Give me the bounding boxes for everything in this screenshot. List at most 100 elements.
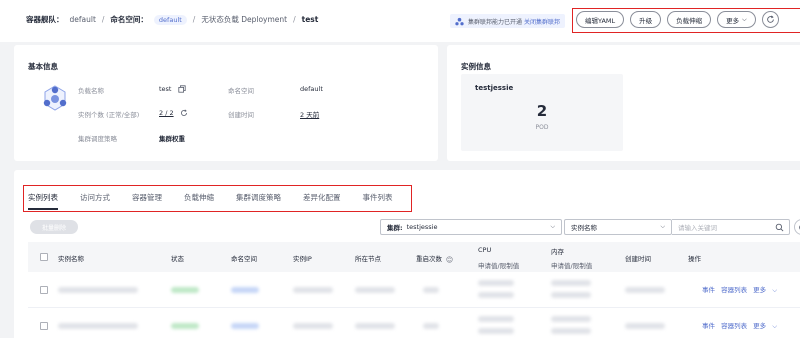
col-ops: 操作	[688, 255, 701, 263]
blurred-memory	[551, 280, 591, 286]
workload-name-value: test	[159, 85, 186, 93]
created-time-value: 2 天前	[300, 111, 320, 119]
workload-name-label: 负载名称	[78, 87, 104, 95]
blurred-created	[625, 287, 665, 293]
row-more-label: 更多	[753, 286, 767, 294]
blurred-name	[58, 287, 138, 293]
copy-icon[interactable]	[177, 85, 186, 93]
table-row[interactable]: 事件 容器列表 更多 ⌵	[28, 272, 800, 308]
blurred-memory-limit	[551, 328, 591, 334]
breadcrumb-separator: /	[192, 15, 196, 24]
namespace-field-label: 命名空间	[228, 87, 254, 95]
replicas-count[interactable]: 2 / 2	[159, 109, 174, 117]
pod-count: 2	[536, 102, 548, 120]
blurred-namespace	[231, 287, 259, 293]
blurred-cpu-limit	[478, 292, 514, 298]
workload-type-link[interactable]: 无状态负载 Deployment	[201, 14, 287, 25]
deployment-icon	[43, 85, 67, 111]
highlight-box-tabs	[23, 185, 412, 212]
basic-info-card: 基本信息 负载名称 test 命名空间 default 实例个数 (正常/全部)…	[14, 45, 438, 161]
blurred-restarts	[423, 287, 439, 293]
row-events-link[interactable]: 事件	[702, 322, 715, 330]
cluster-name: testjessie	[475, 84, 514, 92]
col-memory: 内存	[551, 248, 564, 256]
blurred-node	[355, 323, 395, 329]
row-ops: 事件 容器列表 更多 ⌵	[702, 284, 785, 295]
blurred-name	[58, 323, 138, 329]
cluster-select-value: testjessie	[406, 223, 438, 231]
schedule-policy-label: 集群调度策略	[78, 135, 117, 143]
table-row[interactable]: 事件 容器列表 更多 ⌵	[28, 308, 800, 338]
disable-federation-link[interactable]: 关闭集群联邦	[524, 17, 560, 26]
blurred-created	[625, 323, 665, 329]
blurred-status	[171, 287, 199, 293]
col-restarts-label: 重启次数	[416, 255, 442, 263]
table-header: 实例名称 状态 命名空间 实例IP 所在节点 重启次数 CPU 申请值/限制值 …	[28, 242, 800, 272]
refresh-icon[interactable]	[180, 109, 188, 117]
chevron-down-icon: ⌵	[660, 223, 665, 230]
row-more-link[interactable]: 更多 ⌵	[753, 322, 781, 330]
breadcrumb-separator: /	[293, 15, 296, 24]
instance-list-card: 实例列表 访问方式 容器管理 负载伸缩 集群调度策略 差异化配置 事件列表 批量…	[14, 170, 800, 338]
breadcrumb: 容器舰队： default / 命名空间： default / 无状态负载 De…	[26, 14, 318, 25]
basic-info-title: 基本信息	[28, 62, 58, 71]
col-ip: 实例IP	[293, 255, 312, 263]
blurred-cpu	[478, 280, 514, 286]
row-ops: 事件 容器列表 更多 ⌵	[702, 320, 785, 331]
col-created: 创建时间	[625, 255, 651, 263]
search-icon[interactable]	[775, 223, 784, 232]
keyword-placeholder: 请输入关键词	[678, 224, 717, 232]
highlight-box-actions	[572, 8, 800, 33]
blurred-ip	[293, 287, 333, 293]
sort-icon[interactable]	[446, 255, 453, 263]
page-header: 容器舰队： default / 命名空间： default / 无状态负载 De…	[0, 0, 800, 42]
row-checkbox[interactable]	[40, 286, 48, 294]
cluster-select-label: 集群:	[387, 224, 403, 232]
row-containers-link[interactable]: 容器列表	[721, 286, 747, 294]
search-field-value: 实例名称	[571, 224, 597, 232]
blurred-cpu-limit	[478, 328, 514, 334]
blurred-restarts	[423, 323, 439, 329]
row-more-label: 更多	[753, 322, 767, 330]
blurred-namespace	[231, 323, 259, 329]
chevron-down-icon: ⌵	[772, 286, 778, 294]
row-containers-link[interactable]: 容器列表	[721, 322, 747, 330]
cluster-pod-summary[interactable]: testjessie 2 POD	[461, 74, 623, 151]
federation-status-text: 集群联邦能力已开通	[468, 18, 523, 26]
fleet-label: 容器舰队：	[26, 15, 64, 24]
select-all-checkbox[interactable]	[40, 253, 48, 261]
replicas-label: 实例个数 (正常/全部)	[78, 111, 140, 119]
col-cpu: CPU	[478, 246, 492, 254]
blurred-status	[171, 323, 199, 329]
col-cpu-sub: 申请值/限制值	[478, 262, 520, 270]
chevron-down-icon: ⌵	[772, 322, 778, 330]
row-checkbox[interactable]	[40, 322, 48, 330]
col-memory-sub: 申请值/限制值	[551, 262, 593, 270]
chevron-down-icon: ⌵	[550, 223, 555, 230]
search-field-select[interactable]: 实例名称 ⌵	[564, 219, 672, 235]
col-node: 所在节点	[355, 255, 381, 263]
keyword-search-input[interactable]: 请输入关键词	[672, 219, 790, 235]
fleet-link[interactable]: default	[70, 15, 96, 24]
breadcrumb-current: test	[301, 15, 319, 24]
cluster-select[interactable]: 集群: testjessie ⌵	[380, 219, 562, 235]
blurred-memory-limit	[551, 292, 591, 298]
batch-delete-button[interactable]: 批量删除	[30, 220, 78, 234]
federation-icon	[455, 17, 464, 25]
instance-info-card: 实例信息 testjessie 2 POD	[447, 45, 800, 161]
row-more-link[interactable]: 更多 ⌵	[753, 286, 781, 294]
blurred-memory	[551, 316, 591, 322]
blurred-ip	[293, 323, 333, 329]
col-restarts[interactable]: 重启次数	[416, 253, 453, 263]
namespace-field-value: default	[300, 85, 323, 93]
instance-info-title: 实例信息	[461, 62, 491, 71]
created-time-label: 创建时间	[228, 111, 254, 119]
list-refresh-button[interactable]	[794, 219, 800, 235]
replicas-value: 2 / 2	[159, 109, 188, 117]
pod-unit: POD	[535, 124, 549, 131]
schedule-policy-value: 集群权重	[159, 135, 185, 143]
row-events-link[interactable]: 事件	[702, 286, 715, 294]
blurred-cpu	[478, 316, 514, 322]
col-namespace: 命名空间	[231, 255, 257, 263]
namespace-tag[interactable]: default	[153, 14, 187, 25]
